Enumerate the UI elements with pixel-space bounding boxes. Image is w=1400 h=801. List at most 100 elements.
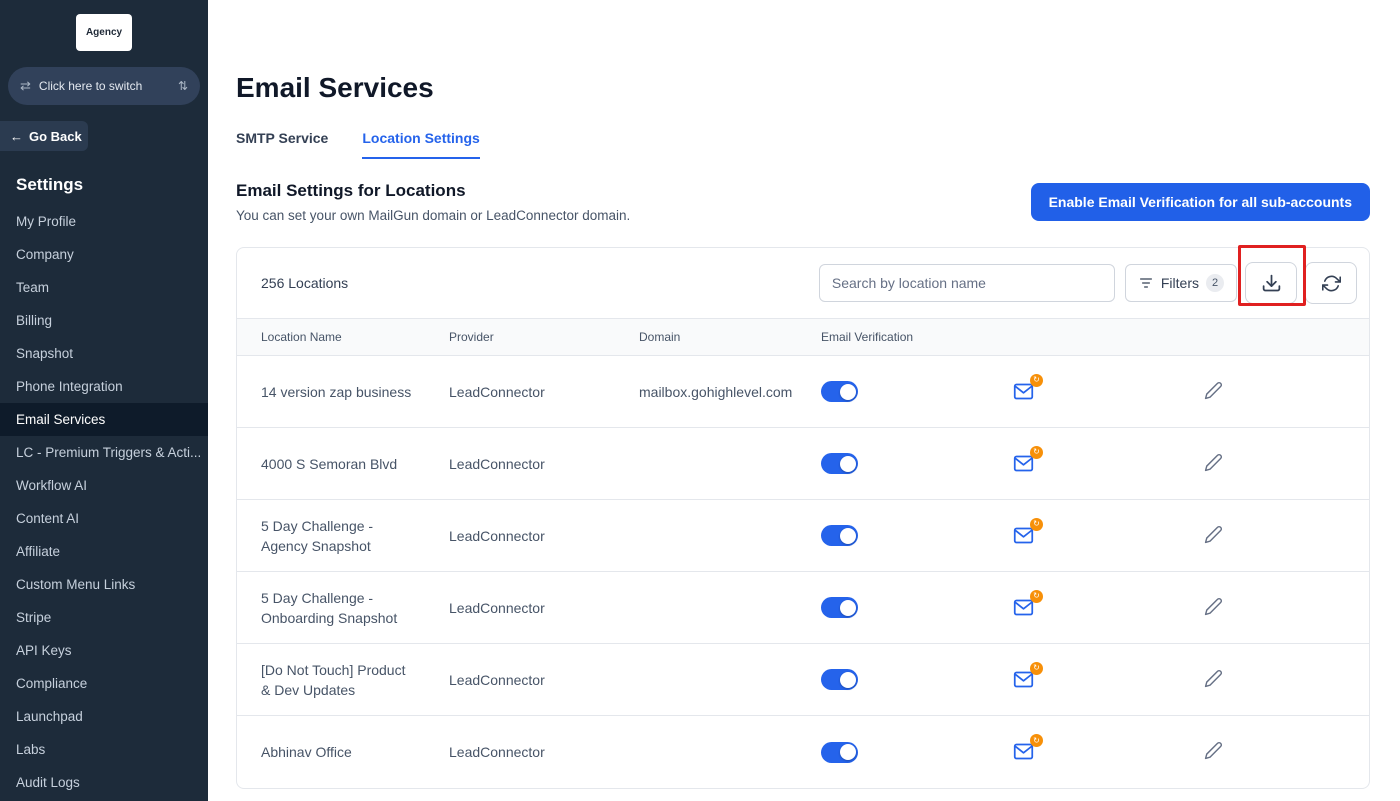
email-status-button[interactable]: ↻ (1011, 525, 1037, 547)
account-switcher[interactable]: ⇄ Click here to switch ⇅ (8, 67, 200, 105)
pencil-icon (1204, 381, 1223, 400)
pencil-icon (1204, 741, 1223, 760)
sidebar-item-stripe[interactable]: Stripe (0, 601, 208, 634)
sidebar-item-snapshot[interactable]: Snapshot (0, 337, 208, 370)
section-subtitle: You can set your own MailGun domain or L… (236, 208, 630, 223)
email-status-button[interactable]: ↻ (1011, 741, 1037, 763)
sidebar-item-api-keys[interactable]: API Keys (0, 634, 208, 667)
sidebar-item-team[interactable]: Team (0, 271, 208, 304)
edit-button[interactable] (1201, 453, 1225, 475)
pencil-icon (1204, 597, 1223, 616)
col-provider: Provider (449, 330, 639, 344)
location-name: 14 version zap business (261, 382, 415, 402)
email-verification-toggle[interactable] (821, 453, 858, 474)
email-status-button[interactable]: ↻ (1011, 381, 1037, 403)
email-status-button[interactable]: ↻ (1011, 453, 1037, 475)
sidebar-item-custom-menu-links[interactable]: Custom Menu Links (0, 568, 208, 601)
email-verification-toggle[interactable] (821, 381, 858, 402)
locations-card: 256 Locations Filters 2 Location Name Pr… (236, 247, 1370, 789)
edit-button[interactable] (1201, 381, 1225, 403)
provider: LeadConnector (449, 600, 639, 616)
verification-cell: ↻ (821, 741, 1345, 763)
tab-smtp-service[interactable]: SMTP Service (236, 130, 328, 159)
col-domain: Domain (639, 330, 821, 344)
table-row: [Do Not Touch] Product & Dev Updates Lea… (237, 644, 1369, 716)
toggle-knob (840, 744, 856, 760)
filters-button[interactable]: Filters 2 (1125, 264, 1237, 302)
download-icon (1261, 273, 1282, 294)
pending-badge-icon: ↻ (1030, 662, 1043, 675)
sidebar-item-launchpad[interactable]: Launchpad (0, 700, 208, 733)
verification-cell: ↻ (821, 525, 1345, 547)
col-email-verification: Email Verification (821, 330, 1345, 344)
verification-cell: ↻ (821, 381, 1345, 403)
pending-badge-icon: ↻ (1030, 446, 1043, 459)
section-header: Email Settings for Locations You can set… (236, 181, 1370, 223)
toggle-knob (840, 600, 856, 616)
sidebar-item-my-profile[interactable]: My Profile (0, 205, 208, 238)
edit-button[interactable] (1201, 525, 1225, 547)
refresh-icon (1322, 274, 1341, 293)
table-row: 14 version zap business LeadConnector ma… (237, 356, 1369, 428)
pencil-icon (1204, 525, 1223, 544)
toggle-knob (840, 456, 856, 472)
agency-logo: Agency (76, 14, 132, 51)
domain: mailbox.gohighlevel.com (639, 382, 799, 402)
provider: LeadConnector (449, 744, 639, 760)
filters-label: Filters (1161, 275, 1199, 291)
locations-count: 256 Locations (261, 275, 348, 291)
pending-badge-icon: ↻ (1030, 590, 1043, 603)
provider: LeadConnector (449, 528, 639, 544)
email-verification-toggle[interactable] (821, 597, 858, 618)
sidebar: Agency ⇄ Click here to switch ⇅ ← Go Bac… (0, 0, 208, 801)
filter-icon (1138, 275, 1154, 291)
agency-logo-text: Agency (86, 27, 122, 38)
provider: LeadConnector (449, 456, 639, 472)
tab-location-settings[interactable]: Location Settings (362, 130, 479, 159)
sidebar-item-content-ai[interactable]: Content AI (0, 502, 208, 535)
email-status-button[interactable]: ↻ (1011, 597, 1037, 619)
sidebar-item-labs[interactable]: Labs (0, 733, 208, 766)
download-button[interactable] (1245, 262, 1297, 304)
location-name: 4000 S Semoran Blvd (261, 454, 415, 474)
filters-count-badge: 2 (1206, 274, 1224, 292)
enable-email-verification-button[interactable]: Enable Email Verification for all sub-ac… (1031, 183, 1370, 221)
table-header: Location Name Provider Domain Email Veri… (237, 318, 1369, 356)
pending-badge-icon: ↻ (1030, 518, 1043, 531)
sidebar-item-billing[interactable]: Billing (0, 304, 208, 337)
edit-button[interactable] (1201, 597, 1225, 619)
location-name: 5 Day Challenge - Agency Snapshot (261, 516, 415, 556)
sidebar-item-company[interactable]: Company (0, 238, 208, 271)
page-title: Email Services (236, 72, 1400, 104)
email-status-button[interactable]: ↻ (1011, 669, 1037, 691)
sidebar-item-email-services[interactable]: Email Services (0, 403, 208, 436)
edit-button[interactable] (1201, 741, 1225, 763)
location-name: [Do Not Touch] Product & Dev Updates (261, 660, 415, 700)
verification-cell: ↻ (821, 597, 1345, 619)
location-name: Abhinav Office (261, 742, 415, 762)
sidebar-item-audit-logs[interactable]: Audit Logs (0, 766, 208, 799)
refresh-button[interactable] (1305, 262, 1357, 304)
table-row: Abhinav Office LeadConnector ↻ (237, 716, 1369, 788)
email-verification-toggle[interactable] (821, 669, 858, 690)
settings-nav: My Profile Company Team Billing Snapshot… (0, 205, 208, 799)
card-toolbar: 256 Locations Filters 2 (237, 248, 1369, 318)
go-back-button[interactable]: ← Go Back (0, 121, 88, 151)
edit-button[interactable] (1201, 669, 1225, 691)
sidebar-item-workflow-ai[interactable]: Workflow AI (0, 469, 208, 502)
sidebar-item-affiliate[interactable]: Affiliate (0, 535, 208, 568)
email-verification-toggle[interactable] (821, 525, 858, 546)
sidebar-item-lc-premium-triggers[interactable]: LC - Premium Triggers & Acti... (0, 436, 208, 469)
toggle-knob (840, 672, 856, 688)
location-name: 5 Day Challenge - Onboarding Snapshot (261, 588, 415, 628)
table-row: 5 Day Challenge - Onboarding Snapshot Le… (237, 572, 1369, 644)
settings-heading: Settings (16, 175, 208, 195)
email-verification-toggle[interactable] (821, 742, 858, 763)
search-input[interactable] (819, 264, 1115, 302)
provider: LeadConnector (449, 672, 639, 688)
section-title: Email Settings for Locations (236, 181, 630, 201)
sidebar-item-phone-integration[interactable]: Phone Integration (0, 370, 208, 403)
sidebar-item-compliance[interactable]: Compliance (0, 667, 208, 700)
col-location-name: Location Name (261, 330, 449, 344)
account-switcher-label: Click here to switch (39, 79, 142, 93)
